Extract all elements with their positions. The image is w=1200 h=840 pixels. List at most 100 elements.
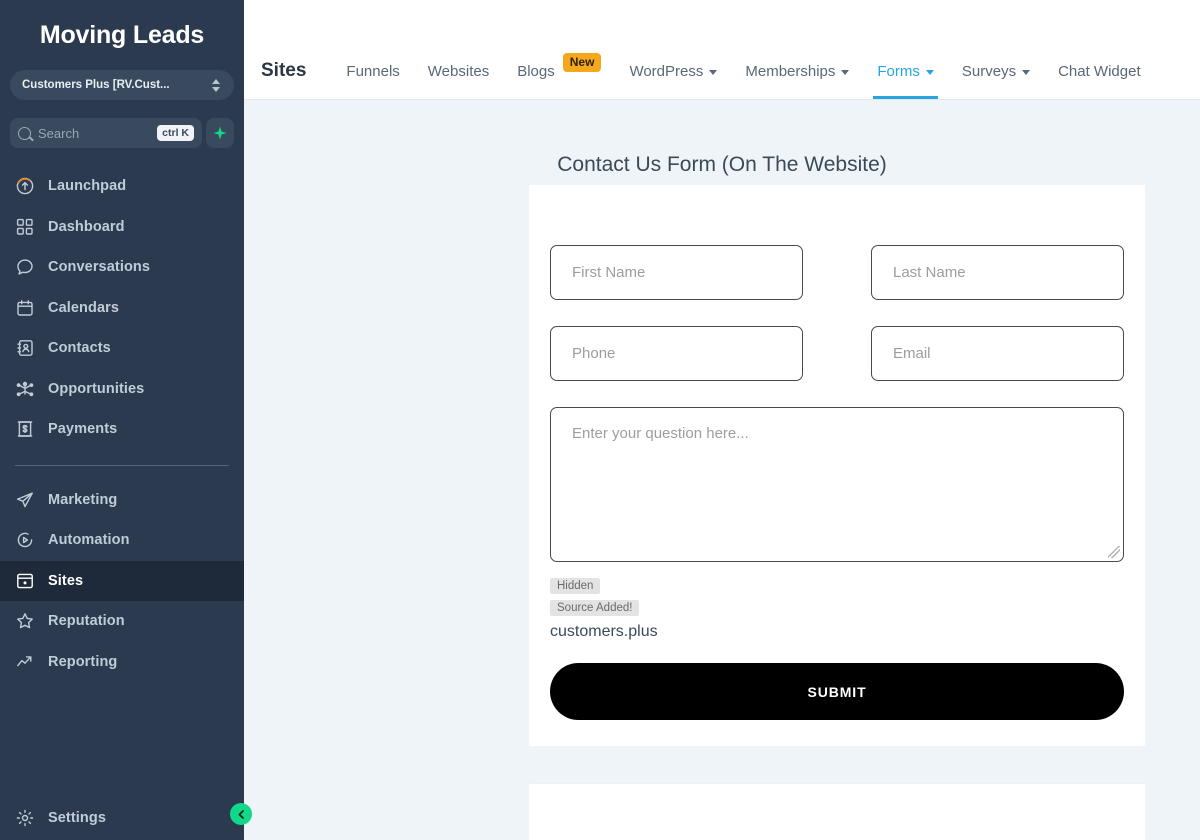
sidebar-item-label: Dashboard [48, 218, 125, 235]
tab-surveys[interactable]: Surveys [948, 43, 1044, 99]
sidebar-item-reporting[interactable]: Reporting [0, 642, 244, 683]
ai-assistant-button[interactable] [206, 118, 234, 148]
location-selector[interactable]: Customers Plus [RV.Cust... [10, 70, 234, 100]
trend-up-icon [15, 652, 35, 672]
search-input[interactable]: Search ctrl K [10, 118, 202, 148]
last-name-input[interactable]: Last Name [871, 245, 1124, 300]
email-input[interactable]: Email [871, 326, 1124, 381]
sidebar-nav-primary: Launchpad Dashboard Conversations Calend… [0, 166, 244, 682]
app-root: Moving Leads Customers Plus [RV.Cust... … [0, 0, 1200, 840]
play-circle-icon [15, 530, 35, 550]
form-title: Contact Us Form (On The Website) [557, 153, 887, 176]
email-placeholder: Email [893, 345, 931, 362]
sidebar-item-label: Opportunities [48, 380, 145, 397]
sidebar-item-opportunities[interactable]: Opportunities [0, 369, 244, 410]
question-placeholder: Enter your question here... [572, 425, 749, 442]
tab-forms[interactable]: Forms [863, 43, 948, 99]
payments-icon [15, 419, 35, 439]
top-navigation-bar: Sites Funnels Websites Blogs New WordPre… [244, 0, 1200, 100]
sidebar: Moving Leads Customers Plus [RV.Cust... … [0, 0, 244, 840]
sidebar-item-calendars[interactable]: Calendars [0, 288, 244, 329]
sidebar-item-label: Reputation [48, 613, 125, 630]
sidebar-item-reputation[interactable]: Reputation [0, 601, 244, 642]
form-card: First Name Last Name Phone Email Enter y… [529, 185, 1145, 746]
sidebar-item-conversations[interactable]: Conversations [0, 247, 244, 288]
tab-label: Funnels [346, 62, 400, 80]
phone-input[interactable]: Phone [550, 326, 803, 381]
sidebar-item-automation[interactable]: Automation [0, 520, 244, 561]
phone-placeholder: Phone [572, 345, 616, 362]
tab-label: Websites [427, 62, 490, 80]
tab-label: Memberships [745, 62, 836, 80]
sidebar-item-label: Sites [48, 572, 84, 589]
sidebar-nav-bottom: Settings [0, 795, 244, 840]
resize-handle-icon[interactable] [1108, 546, 1120, 558]
sidebar-item-label: Automation [48, 532, 130, 549]
nav-tabs: Sites Funnels Websites Blogs New WordPre… [261, 43, 1155, 99]
calendar-icon [15, 298, 35, 318]
page-title: Sites [261, 43, 332, 99]
form-card-footer-section [529, 783, 1145, 840]
sidebar-item-label: Launchpad [48, 178, 127, 195]
sidebar-item-label: Settings [48, 809, 106, 826]
search-row: Search ctrl K [10, 118, 234, 148]
brand: Moving Leads [0, 0, 244, 70]
sidebar-item-label: Calendars [48, 299, 120, 316]
chevron-down-icon [709, 69, 718, 75]
sidebar-item-settings[interactable]: Settings [0, 795, 244, 840]
spark-icon [213, 126, 227, 140]
search-icon [18, 126, 31, 140]
sidebar-divider [15, 464, 229, 466]
sidebar-item-label: Payments [48, 421, 118, 438]
source-added-tag: Source Added! [550, 600, 640, 616]
search-shortcut-badge: ctrl K [157, 124, 194, 142]
sidebar-item-payments[interactable]: Payments [0, 409, 244, 450]
tab-memberships[interactable]: Memberships [731, 43, 863, 99]
browser-window-icon [15, 571, 35, 591]
hidden-tag: Hidden [550, 578, 601, 594]
submit-button[interactable]: SUBMIT [550, 663, 1124, 720]
question-textarea[interactable]: Enter your question here... [550, 407, 1124, 562]
tab-label: Blogs [517, 62, 555, 80]
new-badge: New [562, 52, 602, 72]
tab-funnels[interactable]: Funnels [332, 43, 413, 99]
updown-spinner-icon [210, 76, 222, 94]
grid-dashboard-icon [15, 217, 35, 237]
paper-plane-icon [15, 490, 35, 510]
location-name: Customers Plus [RV.Cust... [22, 79, 170, 91]
sidebar-item-label: Conversations [48, 259, 151, 276]
sidebar-item-dashboard[interactable]: Dashboard [0, 207, 244, 248]
tab-label: Surveys [961, 62, 1017, 80]
sidebar-item-label: Reporting [48, 653, 118, 670]
chevron-left-icon [236, 809, 247, 820]
chevron-down-icon [925, 69, 934, 75]
chevron-down-icon [841, 69, 850, 75]
form-preview-canvas: Contact Us Form (On The Website) First N… [244, 100, 1200, 840]
main-content: Sites Funnels Websites Blogs New WordPre… [244, 0, 1200, 840]
tab-websites[interactable]: Websites [414, 43, 503, 99]
chevron-down-icon [1022, 69, 1031, 75]
name-row: First Name Last Name [550, 245, 1124, 300]
sidebar-item-launchpad[interactable]: Launchpad [0, 166, 244, 207]
gear-icon [15, 808, 35, 828]
hidden-field-block: Hidden Source Added! customers.plus [550, 576, 1124, 641]
tab-label: Chat Widget [1058, 62, 1141, 80]
sidebar-item-label: Marketing [48, 491, 118, 508]
chat-bubble-icon [15, 257, 35, 277]
hidden-field-value: customers.plus [550, 623, 658, 640]
brand-title: Moving Leads [39, 20, 205, 49]
star-icon [15, 611, 35, 631]
last-name-placeholder: Last Name [893, 264, 966, 281]
sidebar-item-marketing[interactable]: Marketing [0, 480, 244, 521]
first-name-input[interactable]: First Name [550, 245, 803, 300]
tab-chat-widget[interactable]: Chat Widget [1044, 43, 1155, 99]
page-title-label: Sites [261, 60, 307, 81]
rocket-launchpad-icon [15, 176, 35, 196]
sidebar-item-sites[interactable]: Sites [0, 560, 244, 601]
tab-wordpress[interactable]: WordPress [615, 43, 731, 99]
sidebar-item-contacts[interactable]: Contacts [0, 328, 244, 369]
search-placeholder: Search [38, 125, 80, 141]
tab-blogs[interactable]: Blogs New [503, 43, 615, 99]
sidebar-collapse-button[interactable] [230, 803, 252, 825]
funnel-nodes-icon [15, 379, 35, 399]
